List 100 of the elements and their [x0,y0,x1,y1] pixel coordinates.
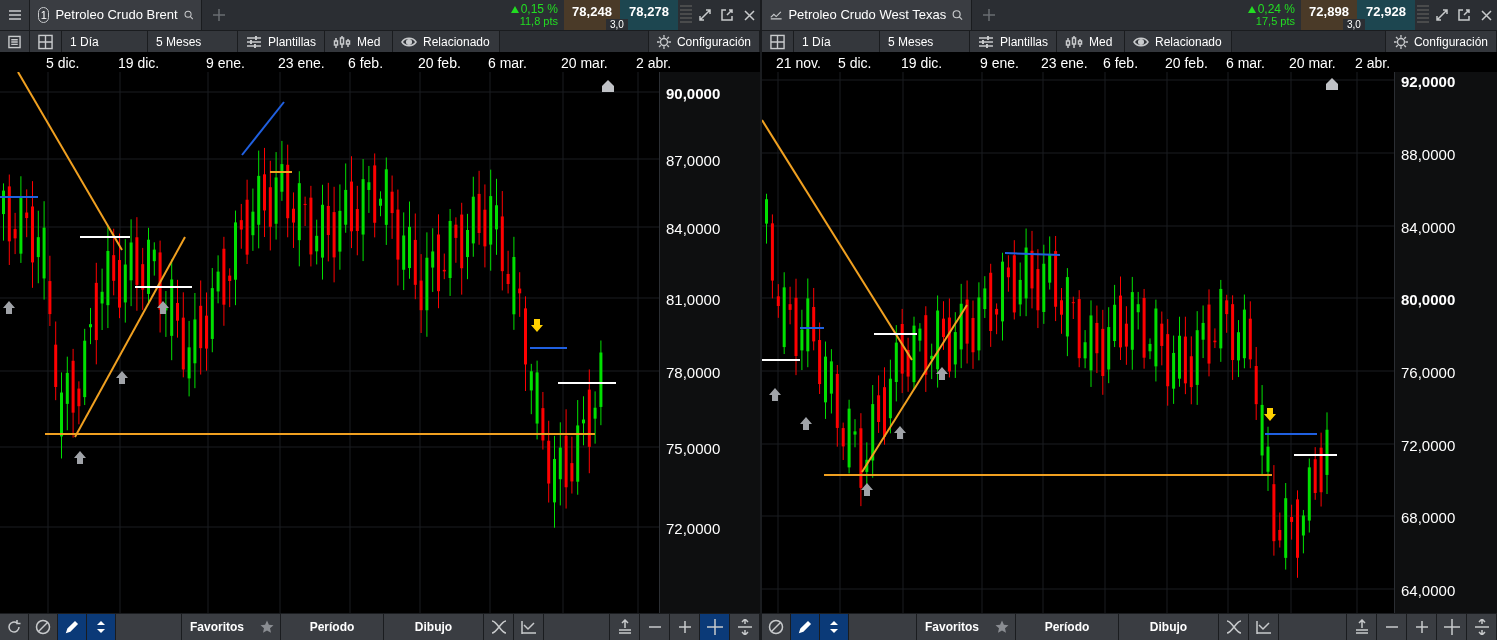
scale-button[interactable] [820,614,849,640]
layout-button[interactable] [762,31,794,52]
range-dropdown[interactable]: 5 Meses [148,31,238,52]
grid-layout-icon [770,33,785,50]
anchor-button[interactable] [1347,614,1377,640]
up-arrow-icon [116,371,128,384]
refresh-icon [6,619,22,635]
clear-button[interactable] [762,614,791,640]
search-icon [183,8,193,22]
list-icon [8,34,21,49]
studies-button[interactable]: Med [1057,31,1125,52]
instrument-tab[interactable]: 1 Petroleo Crudo Brent [30,0,202,30]
plus-icon [1415,621,1428,633]
up-arrow-icon [157,301,169,314]
studies-button[interactable] [484,614,514,640]
settings-icon [1394,33,1408,50]
trend-line [241,101,285,156]
date-label: 6 feb. [348,54,384,73]
scale-button[interactable] [87,614,116,640]
house-marker-icon [1326,78,1338,90]
draw-button[interactable] [791,614,820,640]
prohibited-icon [35,619,51,635]
up-down-arrows-icon [95,620,107,634]
list-button[interactable] [0,31,30,52]
favorites-button[interactable]: Favoritos [917,614,1016,640]
grid-layout-icon [38,33,53,50]
ruler-pen-icon [519,619,538,635]
price-change: 0,24 % [1247,3,1295,15]
pencil-icon [798,620,812,634]
date-label: 21 nov. [776,54,821,73]
crosshair-icon [1443,619,1460,635]
price-label: 75,0000 [666,439,721,459]
related-button[interactable]: Relacionado [393,31,500,52]
level-line [79,236,131,238]
level-line [0,196,39,198]
plus-icon [983,9,995,21]
crosshair-button[interactable] [1437,614,1467,640]
interval-dropdown[interactable]: 1 Día [62,31,148,52]
templates-button[interactable]: Plantillas [970,31,1057,52]
level-line [873,333,918,335]
level-line [799,327,825,329]
studies-button[interactable]: Med [325,31,393,52]
zoom-out-button[interactable] [640,614,670,640]
settings-button[interactable]: Configuración [648,31,760,52]
templates-button[interactable]: Plantillas [238,31,325,52]
price-label: 88,0000 [1401,145,1456,165]
date-label: 19 dic. [901,54,943,73]
drawing-button[interactable]: Dibujo [384,614,484,640]
down-arrow-icon [531,319,543,332]
price-label: 72,0000 [1401,436,1456,456]
up-arrow-icon [3,301,15,314]
level-line [557,382,617,384]
resize-button[interactable] [1467,614,1497,640]
layout-button[interactable] [30,31,62,52]
anchor-button[interactable] [610,614,640,640]
crosshair-button[interactable] [700,614,730,640]
period-button[interactable]: Período [1016,614,1119,640]
expand-icon [1436,9,1448,21]
sliders-icon [978,34,994,49]
zoom-out-button[interactable] [1377,614,1407,640]
up-triangle-icon [510,5,519,13]
zoom-in-button[interactable] [1407,614,1437,640]
date-label: 20 mar. [561,54,608,73]
interval-dropdown[interactable]: 1 Día [794,31,880,52]
zoom-in-button[interactable] [670,614,700,640]
date-label: 6 mar. [1226,54,1265,73]
level-line [1293,454,1338,456]
up-arrow-icon [769,388,781,401]
date-label: 23 ene. [278,54,325,73]
draw-button[interactable] [58,614,87,640]
price-label: 72,0000 [666,519,721,539]
settings-icon [657,33,671,50]
range-dropdown[interactable]: 5 Meses [880,31,970,52]
price-label: 80,0000 [1401,290,1456,310]
period-button[interactable]: Período [281,614,384,640]
date-label: 2 abr. [1355,54,1391,73]
resize-button[interactable] [730,614,760,640]
drawing-button[interactable]: Dibujo [1119,614,1219,640]
candlestick-icon [333,34,351,49]
vertical-resize-icon [737,619,752,635]
plus-icon [213,9,225,21]
points-change: 11,8 pts [519,15,558,27]
studies-button[interactable] [1219,614,1249,640]
level-line [529,347,568,349]
refresh-button[interactable] [0,614,29,640]
house-marker-icon [602,80,614,92]
candlestick-icon [1065,34,1083,49]
drawing-tools-button[interactable] [1249,614,1279,640]
menu-button[interactable] [0,0,30,30]
up-arrow-icon [800,417,812,430]
drawing-tools-button[interactable] [514,614,544,640]
clear-button[interactable] [29,614,58,640]
instrument-tab[interactable]: Petroleo Crudo West Texas [762,0,972,30]
spread-badge: 3,0 [606,19,628,30]
level-line [134,286,193,288]
settings-button[interactable]: Configuración [1385,31,1497,52]
up-triangle-icon [1247,5,1256,13]
favorites-button[interactable]: Favoritos [182,614,281,640]
level-line [269,171,293,173]
related-button[interactable]: Relacionado [1125,31,1232,52]
